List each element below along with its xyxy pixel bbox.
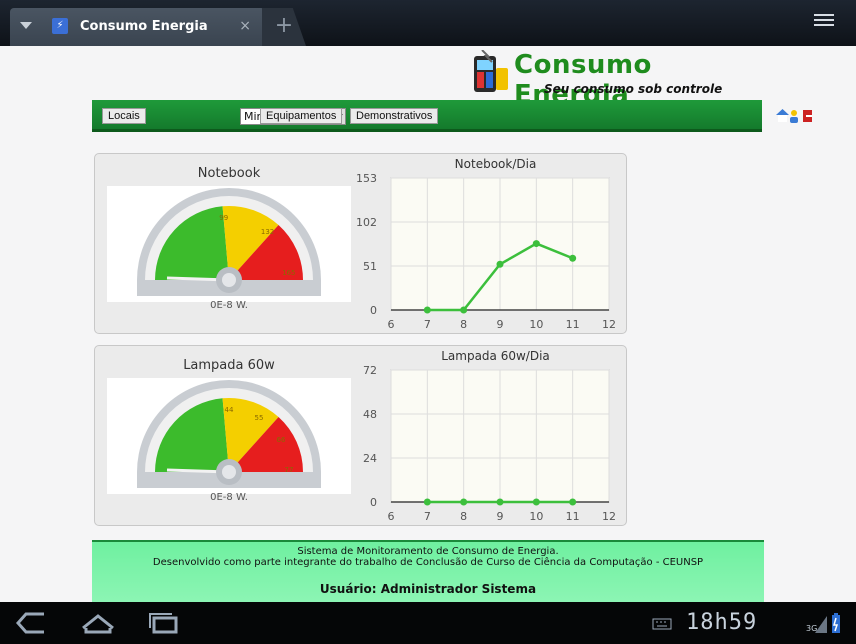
gauge-tick-label: 132 (261, 228, 274, 236)
x-tick-label: 9 (497, 318, 504, 331)
locais-button[interactable]: Locais (102, 108, 146, 124)
x-tick-label: 12 (602, 318, 616, 331)
logo-subtitle: Seu consumo sob controle (544, 82, 723, 96)
x-tick-label: 7 (424, 510, 431, 523)
footer-line-2: Desenvolvido como parte integrante do tr… (152, 557, 704, 568)
tab-title: Consumo Energia (80, 19, 208, 34)
chart-title: Notebook/Dia (454, 157, 537, 171)
signal-icon (815, 616, 827, 633)
x-tick-label: 9 (497, 510, 504, 523)
data-point (569, 498, 577, 506)
site-logo: Consumo Energia Seu consumo sob controle (468, 50, 768, 110)
system-nav-bar: 18h59 3G (0, 602, 856, 644)
x-tick-label: 11 (566, 510, 580, 523)
power-gauge: 99 132 165 (137, 188, 321, 296)
main-nav-bar: Locais Minha Residencia Equipamentos Dem… (92, 100, 812, 132)
status-clock: 18h59 (686, 610, 758, 635)
x-tick-label: 7 (424, 318, 431, 331)
energy-meter-logo-icon (474, 50, 508, 92)
logged-user: Usuário: Administrador Sistema (319, 582, 537, 596)
daily-line-chart: 6 7 8 9 10 11 12 0 24 48 72 (363, 364, 616, 523)
data-point (460, 498, 468, 506)
page-footer: Sistema de Monitoramento de Consumo de E… (92, 540, 764, 602)
data-point (532, 498, 540, 506)
gauge-tick-label: 77 (285, 466, 294, 474)
battery-icon (832, 613, 840, 633)
x-tick-label: 8 (460, 510, 467, 523)
gauge-tick-label: 165 (282, 269, 295, 277)
daily-line-chart: 6 7 8 9 10 11 12 0 51 102 153 (356, 172, 616, 331)
gauge-value: 0E-8 W. (210, 300, 248, 311)
gauge-hub-inner (222, 465, 236, 479)
y-tick-label: 72 (363, 364, 377, 377)
data-point (423, 306, 431, 314)
data-point (569, 254, 577, 262)
nav-icons (776, 108, 816, 124)
data-point (496, 498, 504, 506)
y-tick-label: 0 (370, 496, 377, 509)
data-point (460, 306, 468, 314)
data-point (532, 240, 540, 248)
x-tick-label: 11 (566, 318, 580, 331)
close-tab-icon[interactable]: × (239, 18, 251, 34)
gauge-value: 0E-8 W. (210, 492, 248, 503)
demonstrativos-button[interactable]: Demonstrativos (350, 108, 439, 124)
footer-line-1: Sistema de Monitoramento de Consumo de E… (297, 546, 559, 557)
home-icon[interactable] (776, 109, 789, 122)
power-gauge: 44 55 66 77 (137, 380, 321, 488)
recent-apps-icon[interactable] (146, 610, 182, 636)
device-panel-notebook: Notebook 99 132 165 0E-8 W. Notebook/Dia 6… (94, 153, 627, 334)
x-tick-label: 10 (529, 510, 543, 523)
y-tick-label: 48 (363, 408, 377, 421)
favicon-icon: ⚡ (52, 18, 68, 34)
exit-icon[interactable] (803, 110, 812, 122)
web-page: Consumo Energia Seu consumo sob controle… (0, 46, 856, 602)
y-tick-label: 102 (356, 216, 377, 229)
y-tick-label: 24 (363, 452, 377, 465)
equipamentos-button[interactable]: Equipamentos (260, 108, 343, 124)
browser-tab-bar: ⚡ Consumo Energia × + (0, 0, 856, 46)
x-tick-label: 10 (529, 318, 543, 331)
browser-tab[interactable]: ⚡ Consumo Energia × (10, 8, 265, 46)
browser-menu-icon[interactable] (814, 14, 834, 30)
gauge-tick-label: 99 (219, 214, 228, 222)
data-point (423, 498, 431, 506)
tab-dropdown-icon[interactable] (20, 22, 32, 29)
gauge-title: Lampada 60w (183, 358, 275, 373)
x-tick-label: 8 (460, 318, 467, 331)
home-nav-icon[interactable] (80, 610, 116, 636)
x-tick-label: 6 (388, 318, 395, 331)
y-tick-label: 51 (363, 260, 377, 273)
gauge-tick-label: 44 (225, 406, 234, 414)
gauge-box: 99 132 165 (107, 186, 351, 302)
back-icon[interactable] (14, 610, 50, 636)
y-tick-label: 153 (356, 172, 377, 185)
data-point (496, 260, 504, 268)
users-icon[interactable] (790, 110, 798, 123)
gauge-tick-label: 55 (255, 414, 264, 422)
gauge-hub-inner (222, 273, 236, 287)
y-tick-label: 0 (370, 304, 377, 317)
gauge-title: Notebook (197, 166, 261, 181)
x-tick-label: 12 (602, 510, 616, 523)
new-tab-button[interactable]: + (262, 8, 306, 46)
x-tick-label: 6 (388, 510, 395, 523)
gauge-tick-label: 66 (277, 436, 286, 444)
device-panel-lampada: Lampada 60w 44 55 66 77 0E-8 W. Lampada 60w… (94, 345, 627, 526)
chart-title: Lampada 60w/Dia (441, 349, 550, 363)
gauge-box: 44 55 66 77 (107, 378, 351, 494)
keyboard-icon (652, 618, 672, 630)
